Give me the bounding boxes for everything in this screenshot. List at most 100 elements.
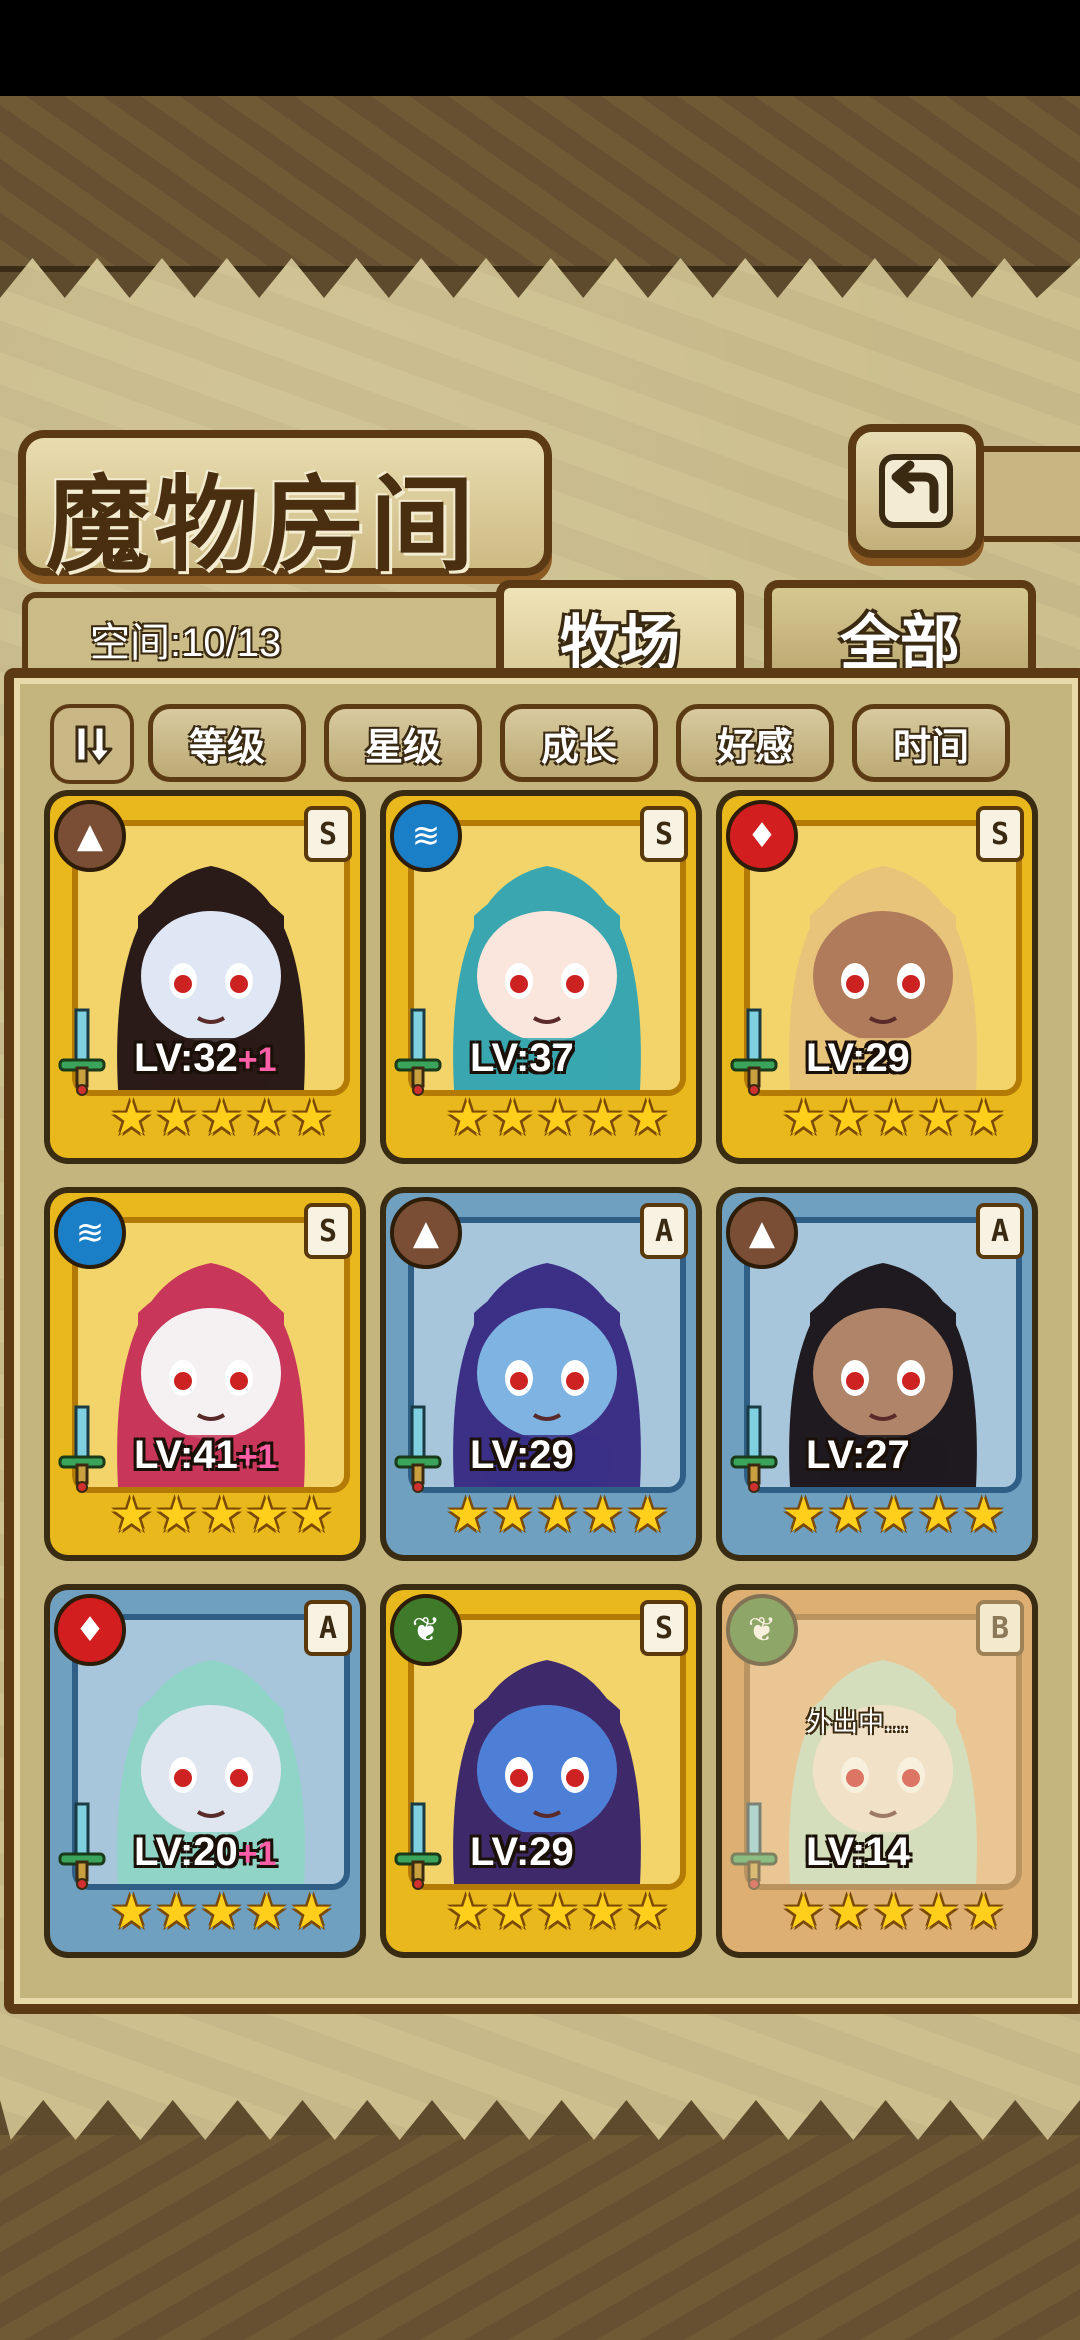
mountain-icon: ▲ — [726, 1197, 798, 1269]
water-wave-icon: ≋ — [390, 800, 462, 872]
map-background-top — [0, 96, 1080, 272]
star-icon: ★ — [782, 1884, 826, 1940]
leaf-icon: ❦ — [390, 1594, 462, 1666]
star-icon: ★ — [581, 1884, 625, 1940]
flame-icon: ♦ — [54, 1594, 126, 1666]
star-icon: ★ — [290, 1090, 334, 1146]
monster-card[interactable]: ▲ S LV:32+1 ★ ★ ★ ★ ★ — [50, 796, 360, 1158]
star-icon: ★ — [155, 1090, 199, 1146]
star-icon: ★ — [245, 1884, 289, 1940]
grade-badge: A — [640, 1203, 688, 1259]
back-button-rail — [968, 446, 1080, 542]
star-rating: ★ ★ ★ ★ ★ — [446, 1886, 669, 1938]
sort-by-star-button[interactable]: 星级 — [324, 704, 482, 782]
star-icon: ★ — [446, 1090, 490, 1146]
monster-card[interactable]: ▲ A LV:27 ★ ★ ★ ★ ★ — [722, 1193, 1032, 1555]
level-bonus: +1 — [237, 1438, 277, 1476]
level-value: LV:29 — [470, 1830, 574, 1874]
star-rating: ★ ★ ★ ★ ★ — [110, 1489, 333, 1541]
star-icon: ★ — [827, 1090, 871, 1146]
star-icon: ★ — [491, 1487, 535, 1543]
sort-order-icon — [75, 725, 113, 765]
sword-icon — [730, 1405, 778, 1493]
status-bar — [0, 0, 1080, 96]
star-icon: ★ — [917, 1090, 961, 1146]
capacity-label: 空间:10/13 — [90, 621, 282, 665]
star-icon: ★ — [536, 1487, 580, 1543]
level-value: LV:32 — [134, 1036, 238, 1080]
star-icon: ★ — [626, 1884, 670, 1940]
star-icon: ★ — [446, 1487, 490, 1543]
star-icon: ★ — [962, 1884, 1006, 1940]
level-label: LV:14 — [806, 1830, 910, 1875]
star-icon: ★ — [290, 1487, 334, 1543]
level-bonus: +1 — [237, 1835, 277, 1873]
sword-icon — [394, 1802, 442, 1890]
star-icon: ★ — [245, 1487, 289, 1543]
grade-badge: S — [304, 1203, 352, 1259]
level-value: LV:20 — [134, 1830, 238, 1874]
star-icon: ★ — [245, 1090, 289, 1146]
level-label: LV:29 — [806, 1036, 910, 1081]
grade-badge: A — [976, 1203, 1024, 1259]
level-value: LV:41 — [134, 1433, 238, 1477]
level-value: LV:29 — [470, 1433, 574, 1477]
star-rating: ★ ★ ★ ★ ★ — [110, 1886, 333, 1938]
away-status: 外出中... — [806, 1708, 909, 1738]
monster-card[interactable]: ♦ S LV:29 ★ ★ ★ ★ ★ — [722, 796, 1032, 1158]
mountain-icon: ▲ — [390, 1197, 462, 1269]
monster-card[interactable]: ≋ S LV:41+1 ★ ★ ★ ★ ★ — [50, 1193, 360, 1555]
star-icon: ★ — [200, 1090, 244, 1146]
star-icon: ★ — [917, 1487, 961, 1543]
sword-icon — [58, 1802, 106, 1890]
star-icon: ★ — [962, 1090, 1006, 1146]
level-value: LV:29 — [806, 1036, 910, 1080]
return-icon — [879, 454, 953, 528]
monster-card[interactable]: ≋ S LV:37 ★ ★ ★ ★ ★ — [386, 796, 696, 1158]
page-title: 魔物房间 — [46, 463, 479, 586]
grade-badge: S — [304, 806, 352, 862]
water-wave-icon: ≋ — [54, 1197, 126, 1269]
level-label: LV:29 — [470, 1433, 574, 1478]
star-icon: ★ — [155, 1487, 199, 1543]
mountain-icon: ▲ — [54, 800, 126, 872]
star-icon: ★ — [446, 1884, 490, 1940]
map-background-bottom — [0, 2135, 1080, 2340]
level-value: LV:37 — [470, 1036, 574, 1080]
sort-order-toggle[interactable] — [50, 704, 134, 784]
sword-icon — [58, 1008, 106, 1096]
sort-bar: 等级 星级 成长 好感 时间 — [50, 704, 1030, 784]
star-icon: ★ — [872, 1487, 916, 1543]
star-icon: ★ — [827, 1487, 871, 1543]
sword-icon — [730, 1008, 778, 1096]
star-icon: ★ — [626, 1487, 670, 1543]
sort-by-time-button[interactable]: 时间 — [852, 704, 1010, 782]
star-icon: ★ — [200, 1884, 244, 1940]
sort-by-level-button[interactable]: 等级 — [148, 704, 306, 782]
monster-card[interactable]: ❦ B 外出中... LV:14 ★ ★ ★ ★ ★ — [722, 1590, 1032, 1952]
star-icon: ★ — [872, 1884, 916, 1940]
star-icon: ★ — [536, 1884, 580, 1940]
star-rating: ★ ★ ★ ★ ★ — [782, 1886, 1005, 1938]
star-rating: ★ ★ ★ ★ ★ — [446, 1092, 669, 1144]
star-rating: ★ ★ ★ ★ ★ — [782, 1489, 1005, 1541]
grade-badge: S — [640, 806, 688, 862]
sword-icon — [58, 1405, 106, 1493]
sort-by-affection-button[interactable]: 好感 — [676, 704, 834, 782]
star-icon: ★ — [962, 1487, 1006, 1543]
level-value: LV:27 — [806, 1433, 910, 1477]
level-label: LV:27 — [806, 1433, 910, 1478]
monster-card[interactable]: ❦ S LV:29 ★ ★ ★ ★ ★ — [386, 1590, 696, 1952]
star-icon: ★ — [290, 1884, 334, 1940]
star-rating: ★ ★ ★ ★ ★ — [446, 1489, 669, 1541]
grade-badge: S — [976, 806, 1024, 862]
sort-by-growth-button[interactable]: 成长 — [500, 704, 658, 782]
monster-card[interactable]: ♦ A LV:20+1 ★ ★ ★ ★ ★ — [50, 1590, 360, 1952]
monster-card[interactable]: ▲ A LV:29 ★ ★ ★ ★ ★ — [386, 1193, 696, 1555]
star-icon: ★ — [110, 1090, 154, 1146]
star-icon: ★ — [155, 1884, 199, 1940]
grade-badge: S — [640, 1600, 688, 1656]
flame-icon: ♦ — [726, 800, 798, 872]
back-button[interactable] — [848, 424, 984, 558]
star-icon: ★ — [581, 1487, 625, 1543]
